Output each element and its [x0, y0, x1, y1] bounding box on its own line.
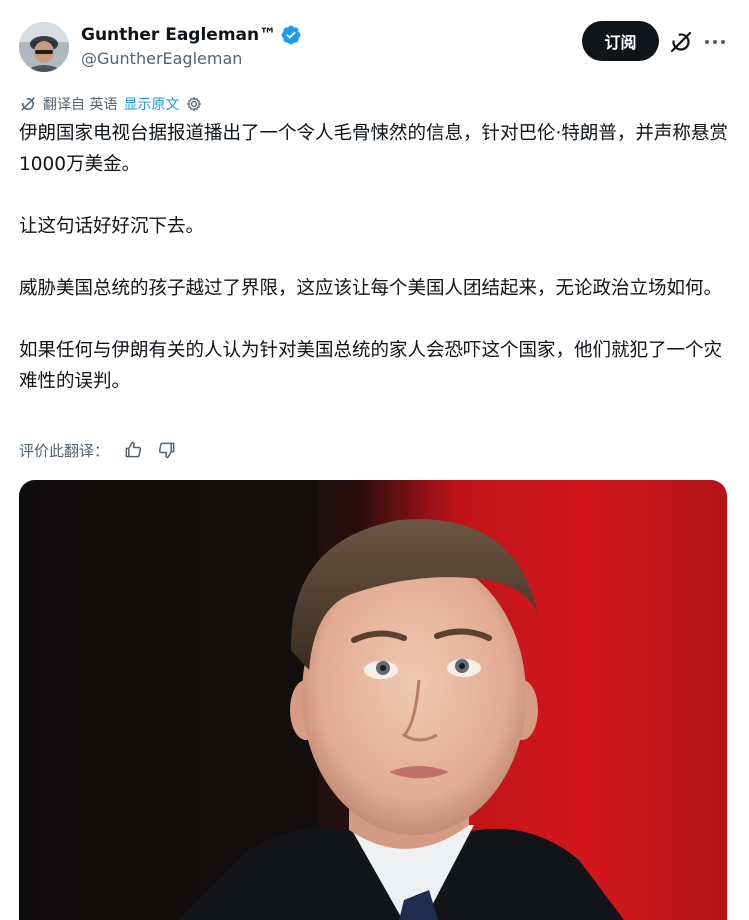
rate-translation-row: 评价此翻译：: [19, 438, 177, 462]
show-original-link[interactable]: 显示原文: [123, 94, 179, 114]
grok-icon[interactable]: [669, 30, 693, 54]
thumbs-down-icon[interactable]: [157, 440, 177, 460]
more-dot: [705, 40, 709, 44]
more-dot: [713, 40, 717, 44]
grok-translate-icon: [21, 97, 35, 111]
subscribe-button[interactable]: 订阅: [582, 21, 659, 61]
gear-icon[interactable]: [185, 95, 203, 113]
author-name-row[interactable]: Gunther Eagleman™: [81, 22, 302, 48]
more-dot: [721, 40, 725, 44]
translation-bar: 翻译自 英语 显示原文: [19, 94, 203, 114]
tweet-media-photo[interactable]: [19, 480, 727, 920]
verified-badge-icon: [281, 25, 301, 45]
photo-illustration: [19, 480, 624, 920]
tweet-paragraph: 威胁美国总统的孩子越过了界限，这应该让每个美国人团结起来，无论政治立场如何。: [19, 278, 723, 299]
thumbs-up-icon[interactable]: [123, 440, 143, 460]
avatar[interactable]: [19, 22, 69, 72]
tweet: Gunther Eagleman™ @GuntherEagleman 订阅 翻译…: [0, 0, 749, 920]
tweet-text: 伊朗国家电视台据报道播出了一个令人毛骨悚然的信息，针对巴伦·特朗普，并声称悬赏1…: [19, 118, 731, 397]
more-icon[interactable]: [701, 30, 729, 54]
avatar-image: [19, 22, 69, 72]
rate-translation-label: 评价此翻译：: [19, 441, 110, 460]
author-handle[interactable]: @GuntherEagleman: [81, 49, 242, 68]
author-display-name[interactable]: Gunther Eagleman™: [81, 25, 276, 45]
translated-from-label: 翻译自 英语: [43, 97, 118, 113]
tweet-paragraph: 如果任何与伊朗有关的人认为针对美国总统的家人会恐吓这个国家，他们就犯了一个灾难性…: [19, 340, 723, 392]
tweet-paragraph: 伊朗国家电视台据报道播出了一个令人毛骨悚然的信息，针对巴伦·特朗普，并声称悬赏1…: [19, 123, 728, 175]
tweet-paragraph: 让这句话好好沉下去。: [19, 216, 205, 237]
